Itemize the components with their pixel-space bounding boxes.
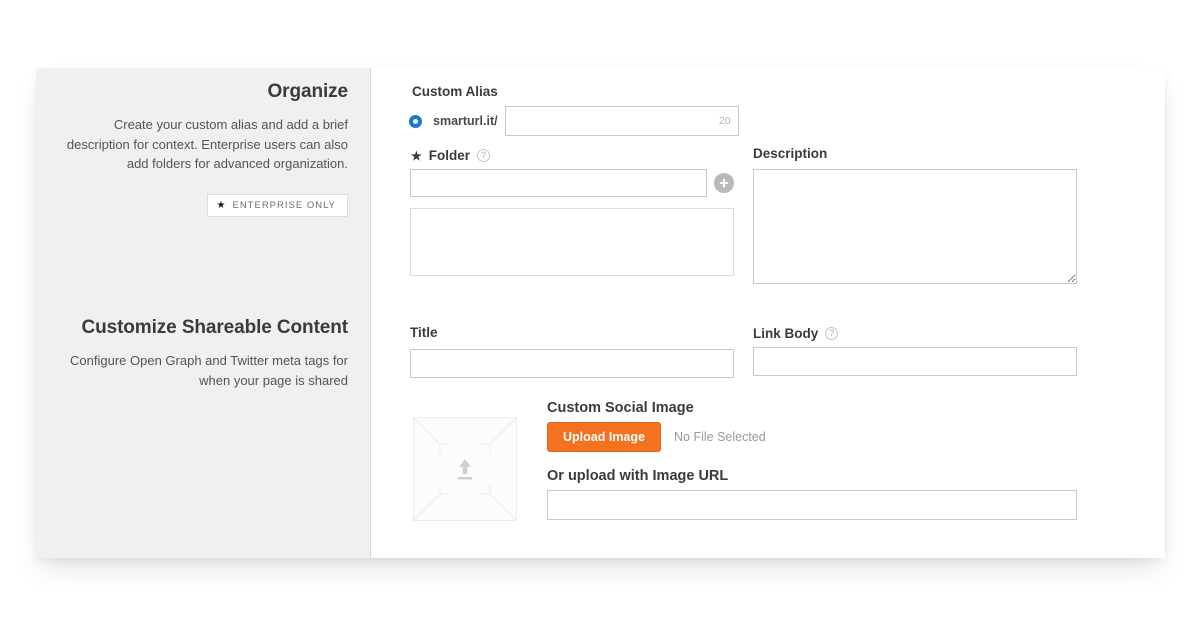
upload-arrow-icon (458, 459, 472, 479)
sidebar-section-organize: Organize Create your custom alias and ad… (58, 81, 348, 217)
alias-domain-prefix: smarturl.it/ (433, 114, 498, 128)
plus-icon (718, 177, 730, 189)
upload-image-button[interactable]: Upload Image (547, 422, 661, 452)
alias-input-wrap: 20 (505, 106, 739, 136)
enterprise-only-badge: ★ ENTERPRISE ONLY (207, 194, 348, 217)
customize-title: Customize Shareable Content (58, 317, 348, 340)
link-settings-card: Organize Create your custom alias and ad… (36, 68, 1165, 558)
link-body-label-text: Link Body (753, 326, 818, 341)
sidebar: Organize Create your custom alias and ad… (36, 68, 371, 558)
add-folder-button[interactable] (714, 173, 734, 193)
help-icon[interactable]: ? (825, 327, 838, 340)
image-placeholder-icon (414, 418, 516, 520)
image-url-label: Or upload with Image URL (547, 468, 728, 484)
link-body-label: Link Body ? (753, 326, 838, 341)
help-icon[interactable]: ? (477, 149, 490, 162)
enterprise-badge-label: ENTERPRISE ONLY (232, 200, 336, 211)
custom-alias-radio[interactable] (409, 115, 422, 128)
custom-alias-input[interactable] (505, 106, 739, 136)
enterprise-badge-row: ★ ENTERPRISE ONLY (58, 194, 348, 217)
description-label: Description (753, 146, 827, 161)
folder-list[interactable] (410, 208, 734, 276)
custom-alias-label: Custom Alias (412, 84, 498, 99)
sidebar-section-customize: Customize Shareable Content Configure Op… (58, 317, 348, 390)
social-image-dropzone[interactable] (413, 417, 517, 521)
custom-social-image-label: Custom Social Image (547, 400, 694, 416)
description-textarea[interactable] (753, 169, 1077, 284)
organize-title: Organize (58, 81, 348, 104)
image-url-input[interactable] (547, 490, 1077, 520)
folder-input[interactable] (410, 169, 707, 197)
file-status-text: No File Selected (674, 430, 766, 444)
star-icon: ★ (411, 149, 422, 163)
organize-description: Create your custom alias and add a brief… (58, 115, 348, 174)
title-label: Title (410, 325, 438, 340)
star-icon: ★ (217, 201, 226, 211)
link-body-input[interactable] (753, 347, 1077, 376)
customize-description: Configure Open Graph and Twitter meta ta… (58, 351, 348, 391)
title-input[interactable] (410, 349, 734, 378)
folder-label-text: Folder (429, 148, 470, 163)
custom-alias-row: smarturl.it/ 20 (409, 106, 739, 136)
form-panel: Custom Alias smarturl.it/ 20 ★ Folder ? … (371, 68, 1165, 558)
folder-label: ★ Folder ? (411, 148, 490, 163)
